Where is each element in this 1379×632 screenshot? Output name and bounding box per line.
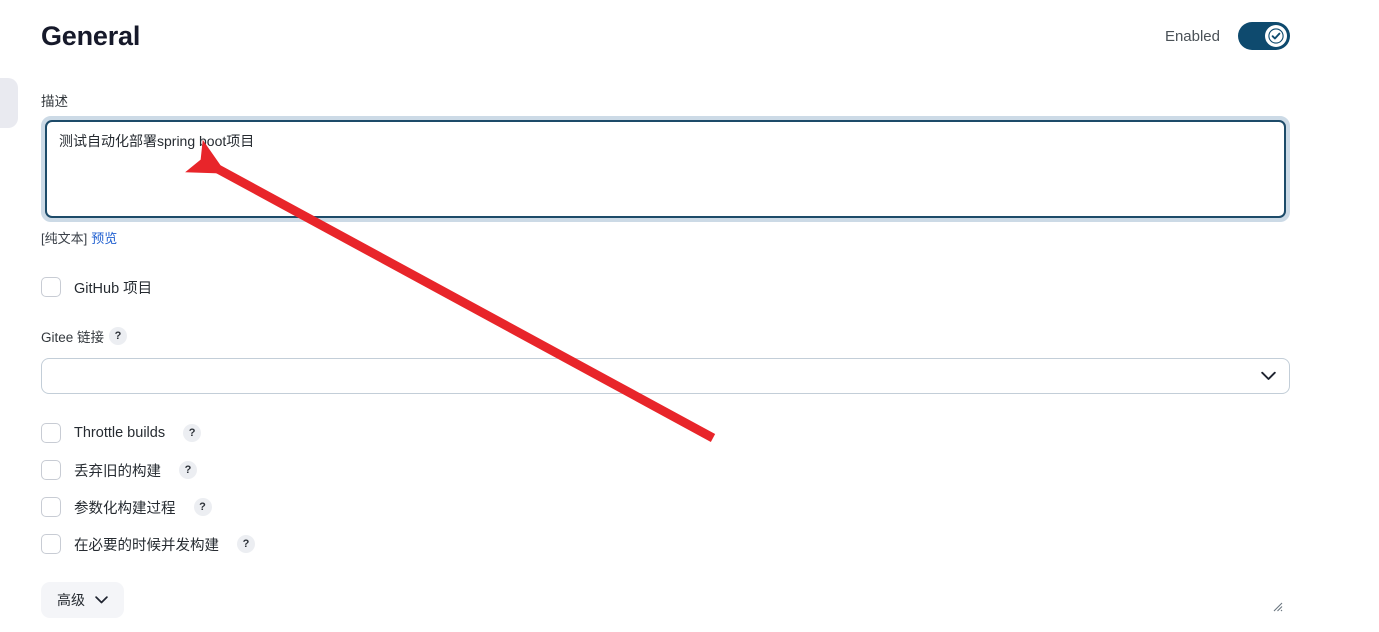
gitee-label: Gitee 链接: [41, 330, 105, 345]
option-help-icon-parameterized-build[interactable]: ?: [193, 498, 212, 516]
option-row-parameterized-build[interactable]: 参数化构建过程 ?: [41, 494, 1290, 520]
preview-link[interactable]: 预览: [91, 231, 117, 246]
enabled-label: Enabled: [1164, 27, 1220, 45]
option-help-icon-concurrent-builds[interactable]: ?: [237, 535, 255, 553]
option-row-throttle-builds[interactable]: Throttle builds ?: [41, 420, 1290, 446]
check-icon: [1268, 28, 1284, 44]
option-label-concurrent-builds: 在必要的时候并发构建: [74, 537, 219, 554]
option-label-discard-old-builds: 丢弃旧的构建: [74, 463, 161, 480]
plain-text-label: [纯文本]: [41, 231, 88, 246]
chevron-down-icon: [95, 596, 108, 604]
toggle-knob: [1265, 25, 1287, 47]
github-project-label: GitHub 项目: [74, 280, 153, 297]
build-options-list: Throttle builds ? 丢弃旧的构建 ? 参数化构建过程 ? 在必要…: [41, 420, 1290, 557]
enabled-toggle-group: Enabled: [1165, 22, 1290, 50]
left-edge-panel: [0, 78, 18, 128]
enabled-toggle[interactable]: [1238, 22, 1290, 50]
description-label: 描述: [41, 94, 68, 109]
option-checkbox-discard-old-builds[interactable]: [41, 460, 61, 480]
gitee-help-icon[interactable]: ?: [109, 327, 128, 345]
option-label-throttle-builds: Throttle builds: [74, 425, 166, 441]
option-row-concurrent-builds[interactable]: 在必要的时候并发构建 ?: [41, 531, 1290, 557]
advanced-button-row: 高级: [41, 582, 1290, 618]
plain-text-row: [纯文本] 预览: [41, 228, 1290, 247]
gitee-select[interactable]: [41, 358, 1290, 394]
page-header: General Enabled: [41, 12, 1290, 60]
advanced-button[interactable]: 高级: [41, 582, 124, 618]
option-help-icon-discard-old-builds[interactable]: ?: [179, 461, 197, 479]
option-checkbox-parameterized-build[interactable]: [41, 497, 61, 517]
option-checkbox-throttle-builds[interactable]: [41, 423, 61, 443]
advanced-button-label: 高级: [57, 592, 85, 608]
description-input[interactable]: [45, 120, 1286, 218]
description-textarea-wrapper: [41, 116, 1290, 612]
gitee-select-wrapper[interactable]: [41, 358, 1290, 394]
page-title: General: [41, 20, 141, 51]
github-project-row[interactable]: GitHub 项目: [41, 274, 1290, 300]
option-label-parameterized-build: 参数化构建过程: [74, 500, 176, 517]
option-help-icon-throttle-builds[interactable]: ?: [183, 424, 202, 442]
gitee-label-row: Gitee 链接 ?: [41, 326, 1290, 346]
option-checkbox-concurrent-builds[interactable]: [41, 534, 61, 554]
option-row-discard-old-builds[interactable]: 丢弃旧的构建 ?: [41, 457, 1290, 483]
settings-page: General Enabled 描述 [纯文本]预览: [0, 0, 1379, 632]
github-project-checkbox[interactable]: [41, 277, 61, 297]
general-form: 描述 [纯文本]预览 GitHub 项目 Gitee 链接 ?: [41, 90, 1290, 618]
